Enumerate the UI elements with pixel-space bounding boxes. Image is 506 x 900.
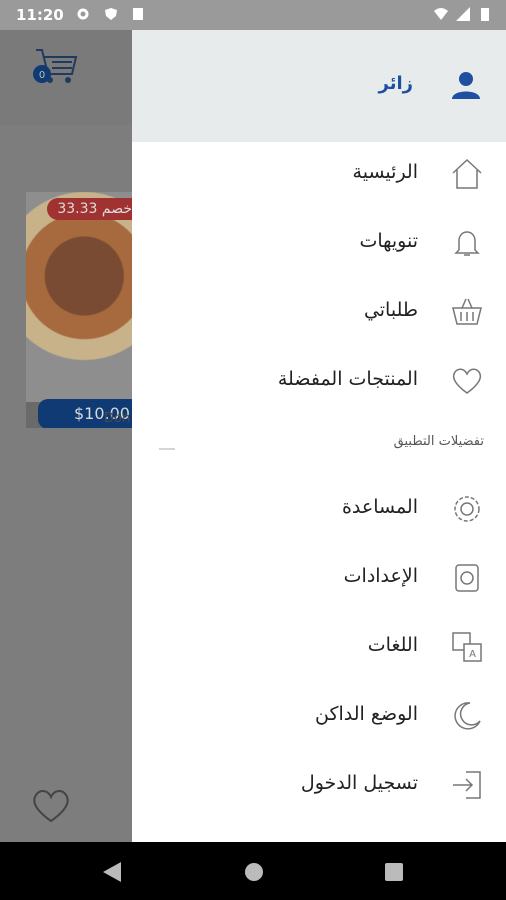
product-card[interactable]: 33.33 خصم $10.00 — [26, 192, 132, 428]
login-icon — [453, 771, 481, 799]
drawer-header[interactable]: زائر — [132, 30, 506, 142]
favorite-heart-icon[interactable] — [30, 787, 72, 825]
product-name: Don — [104, 411, 131, 426]
user-name: زائر — [378, 73, 414, 94]
drawer-item-label: الوضع الداكن — [315, 703, 418, 725]
basket-icon — [452, 298, 482, 325]
drawer-item-notifications[interactable]: تنويهات — [132, 218, 506, 268]
cart-icon[interactable]: 0 — [32, 48, 78, 86]
settings-status-icon — [77, 8, 89, 20]
svg-text:A: A — [469, 649, 476, 660]
drawer-item-label: طلباتي — [363, 299, 418, 321]
status-bar: 11:20 — [0, 0, 506, 30]
drawer-item-label: المساعدة — [341, 496, 418, 518]
navigation-drawer: زائر الرئيسية تنويهات طلباتي المنتجات ال… — [132, 30, 506, 842]
heart-icon — [452, 368, 482, 394]
drawer-item-favorites[interactable]: المنتجات المفضلة — [132, 356, 506, 406]
signal-icon — [456, 7, 470, 21]
discount-badge: 33.33 خصم — [47, 198, 132, 220]
wifi-icon — [434, 8, 448, 20]
system-nav-bar — [0, 842, 506, 900]
help-gear-icon — [454, 496, 480, 522]
settings-icon — [455, 564, 479, 592]
user-icon — [452, 72, 480, 99]
shield-status-icon — [105, 8, 117, 20]
moon-icon — [454, 702, 481, 730]
home-nav-icon[interactable] — [244, 862, 264, 882]
drawer-item-label: الإعدادات — [343, 565, 418, 587]
drawer-item-orders[interactable]: طلباتي — [132, 287, 506, 337]
background-toolbar: 0 — [0, 30, 132, 125]
drawer-item-help[interactable]: المساعدة — [132, 484, 506, 534]
translate-icon: A — [452, 632, 482, 662]
home-icon — [452, 158, 482, 189]
battery-icon — [481, 8, 489, 21]
drawer-item-dark-mode[interactable]: الوضع الداكن — [132, 691, 506, 741]
recents-icon[interactable] — [385, 863, 403, 881]
drawer-item-login[interactable]: تسجيل الدخول — [132, 760, 506, 810]
sim-status-icon — [133, 8, 143, 20]
drawer-item-label: الرئيسية — [352, 161, 418, 183]
status-time: 11:20 — [16, 6, 64, 24]
drawer-item-label: تنويهات — [359, 230, 418, 252]
drawer-item-settings[interactable]: الإعدادات — [132, 553, 506, 603]
drawer-item-label: اللغات — [367, 634, 418, 656]
section-title: تفضيلات التطبيق — [393, 434, 484, 449]
bell-icon — [454, 231, 480, 256]
section-divider — [159, 448, 175, 450]
drawer-item-languages[interactable]: A اللغات — [132, 622, 506, 672]
drawer-item-home[interactable]: الرئيسية — [132, 149, 506, 199]
svg-text:0: 0 — [39, 70, 45, 81]
drawer-item-label: المنتجات المفضلة — [277, 368, 418, 390]
product-image — [26, 192, 132, 402]
drawer-item-label: تسجيل الدخول — [300, 772, 418, 794]
back-icon[interactable] — [103, 862, 121, 882]
